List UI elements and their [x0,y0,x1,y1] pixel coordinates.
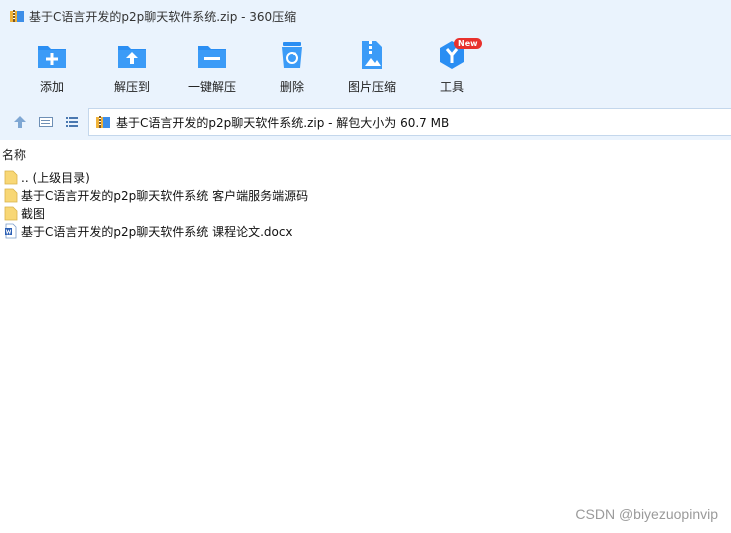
add-button[interactable]: 添加 [12,38,92,98]
delete-button[interactable]: 删除 [252,38,332,98]
zip-archive-icon [96,116,110,128]
extract-to-button[interactable]: 解压到 [92,38,172,98]
image-compress-icon [362,41,382,69]
add-folder-icon [38,46,66,68]
list-item-source-folder[interactable]: 基于C语言开发的p2p聊天软件系统 客户端服务端源码 [0,186,308,204]
address-bar: 基于C语言开发的p2p聊天软件系统.zip - 解包大小为 60.7 MB [0,104,731,140]
title-bar: 基于C语言开发的p2p聊天软件系统.zip - 360压缩 [0,0,731,32]
folder-icon [4,206,18,221]
details-view-icon[interactable] [38,114,54,130]
window-title: 基于C语言开发的p2p聊天软件系统.zip - 360压缩 [29,9,297,24]
file-list: 名称 .. (上级目录) 基于C语言开发的p2p聊天软件系统 客户端服务端源码 … [0,140,731,533]
watermark: CSDN @biyezuopinvip [575,506,718,522]
column-header-name[interactable]: 名称 [0,146,26,164]
toolbar: 添加 解压到 一键解压 删除 图片压缩 New 工具 [0,32,731,104]
list-item-thesis-docx[interactable]: 基于C语言开发的p2p聊天软件系统 课程论文.docx [0,222,308,240]
folder-icon [4,188,18,203]
extract-to-icon [118,46,146,68]
address-field[interactable]: 基于C语言开发的p2p聊天软件系统.zip - 解包大小为 60.7 MB [88,108,731,136]
image-compress-button[interactable]: 图片压缩 [332,38,412,98]
tools-button[interactable]: New 工具 [412,38,492,98]
list-item-screenshots-folder[interactable]: 截图 [0,204,308,222]
one-click-extract-icon [198,46,226,68]
word-document-icon [5,223,17,239]
archive-path: 基于C语言开发的p2p聊天软件系统.zip - 解包大小为 60.7 MB [116,115,450,130]
folder-icon [4,170,18,185]
list-view-icon[interactable] [64,114,80,130]
up-arrow-icon[interactable] [12,114,28,130]
new-badge: New [454,38,482,49]
zip-archive-icon [10,10,24,22]
file-rows: .. (上级目录) 基于C语言开发的p2p聊天软件系统 客户端服务端源码 截图 … [0,168,308,240]
list-item-parent-dir[interactable]: .. (上级目录) [0,168,308,186]
one-click-extract-button[interactable]: 一键解压 [172,38,252,98]
recycle-bin-icon [282,42,302,68]
